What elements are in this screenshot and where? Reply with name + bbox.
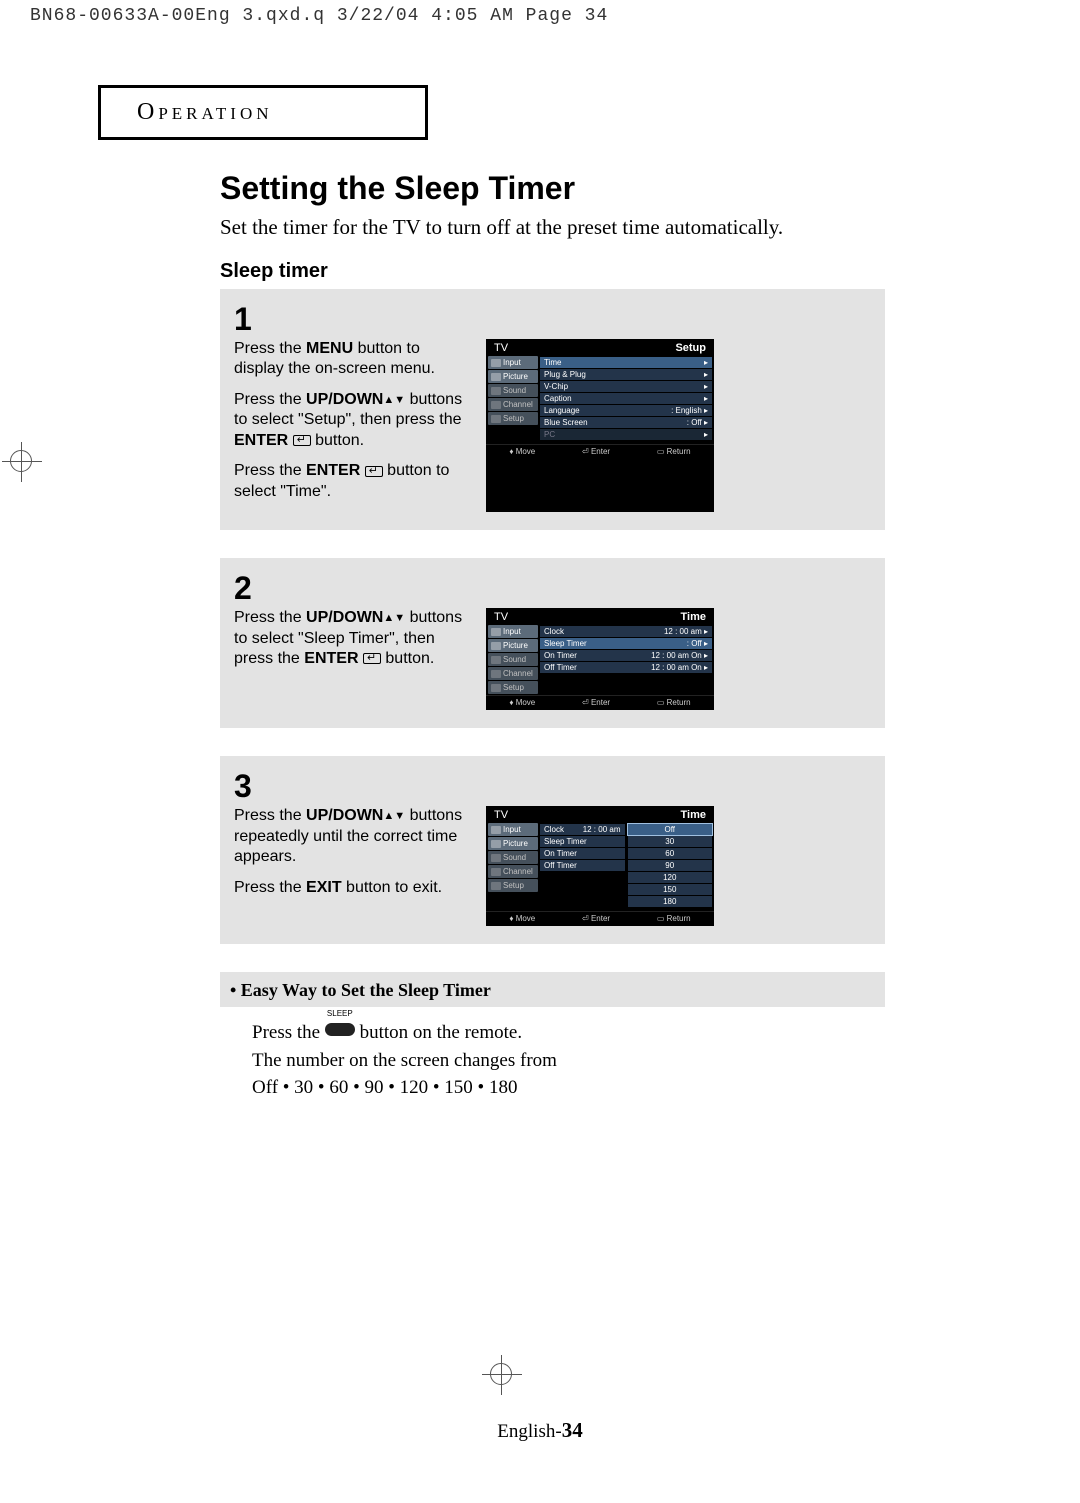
picture-tab-icon [491,373,501,381]
sleep-remote-button-icon: SLEEP [325,1011,355,1045]
up-down-icon [383,611,405,625]
crop-mark-bottom [480,1363,530,1413]
step-3-text: Press the UP/DOWN buttons repeatedly unt… [234,806,466,926]
tv-menu-row: Sleep Timer [540,836,625,847]
content: Setting the Sleep Timer Set the timer fo… [220,170,885,1102]
tv-menu-row: On Timer [540,848,625,859]
enter-icon [365,466,383,477]
section-tab-label: Operation [137,99,273,126]
tv-sleep-option: 60 [628,848,713,859]
step-1: 1 Press the MENU button to display the o… [220,289,885,530]
easy-way-body: Press the SLEEP button on the remote. Th… [220,1007,885,1102]
tv-menu-row: Off Timer12 : 00 am On ▸ [540,662,712,673]
tv-menu-row: Caption ▸ [540,393,712,404]
tv-menu-row: Clock12 : 00 am ▸ [540,626,712,637]
tv-menu-row: Sleep Timer: Off ▸ [540,638,712,649]
step-2: 2 Press the UP/DOWN buttons to select "S… [220,558,885,728]
easy-way-heading: • Easy Way to Set the Sleep Timer [220,972,885,1007]
tv-sleep-option: 180 [628,896,713,907]
tv-sleep-option: 120 [628,872,713,883]
tv-sleep-option: 30 [628,836,713,847]
tv-screenshot-setup: TVSetup Input Picture Sound Channel Setu… [486,339,714,512]
step-2-text: Press the UP/DOWN buttons to select "Sle… [234,608,466,710]
enter-icon [363,653,381,664]
tv-sleep-option: 90 [628,860,713,871]
page-title: Setting the Sleep Timer [220,170,885,207]
up-down-icon [383,809,405,823]
tv-menu-row: Off Timer [540,860,625,871]
setup-tab-icon [491,415,501,423]
page-lede: Set the timer for the TV to turn off at … [220,215,885,240]
section-tab: Operation [98,85,428,140]
sound-tab-icon [491,387,501,395]
tv-menu-row: V-Chip ▸ [540,381,712,392]
tv-menu-row: Language: English ▸ [540,405,712,416]
tv-menu-row: PC ▸ [540,429,712,440]
tv-screenshot-time: TVTime Input Picture Sound Channel Setup… [486,608,714,710]
channel-tab-icon [491,401,501,409]
print-job-header: BN68-00633A-00Eng 3.qxd.q 3/22/04 4:05 A… [30,6,608,26]
tv-menu-row: Plug & Plug ▸ [540,369,712,380]
subsection-title: Sleep timer [220,260,885,283]
tv-screenshot-sleep-options: TVTime Input Picture Sound Channel Setup… [486,806,714,926]
up-down-icon [383,393,405,407]
tv-menu-row: Clock12 : 00 am [540,824,625,835]
step-number: 2 [234,572,873,604]
tv-side-tabs: Input Picture Sound Channel Setup [486,356,538,444]
tv-sleep-option: 150 [628,884,713,895]
input-tab-icon [491,359,501,367]
tv-sleep-option: Off [628,824,713,835]
tv-menu-row: On Timer12 : 00 am On ▸ [540,650,712,661]
step-number: 3 [234,770,873,802]
step-3: 3 Press the UP/DOWN buttons repeatedly u… [220,756,885,944]
tv-menu-row: Blue Screen: Off ▸ [540,417,712,428]
step-1-text: Press the MENU button to display the on-… [234,339,466,512]
tv-menu-row: Time ▸ [540,357,712,368]
page-number: English-34 [0,1418,1080,1443]
enter-icon [293,435,311,446]
step-number: 1 [234,303,873,335]
crop-mark-left [0,450,50,500]
